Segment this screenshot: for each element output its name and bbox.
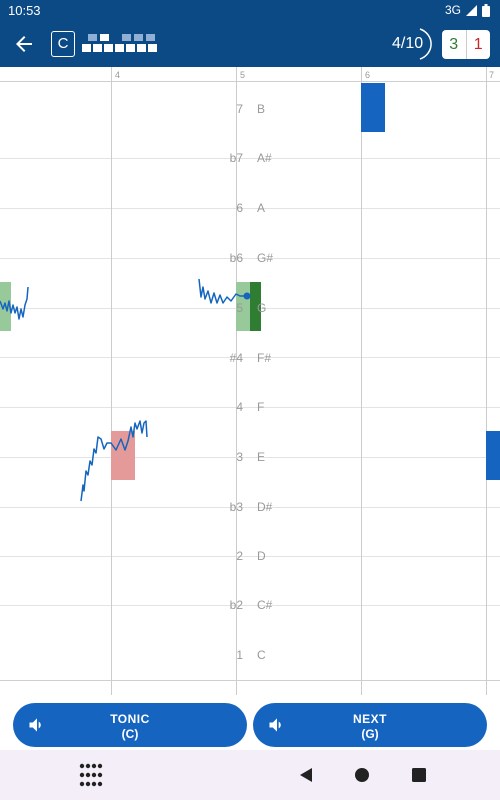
note-name: G — [257, 301, 266, 315]
status-bar: 10:53 3G — [0, 0, 500, 22]
signal-icon — [466, 4, 477, 16]
bar-number: 7 — [489, 70, 494, 80]
note-name: F — [257, 400, 264, 414]
nav-home-icon[interactable] — [354, 767, 370, 783]
next-note: (G) — [361, 727, 379, 741]
note-name: C — [257, 648, 266, 662]
note-name: E — [257, 450, 265, 464]
degree-number: 7 — [236, 102, 243, 116]
tonic-note: (C) — [121, 727, 139, 741]
target-note-block — [486, 431, 500, 480]
nav-recents-icon[interactable] — [412, 768, 426, 782]
degree-number: b7 — [230, 151, 244, 165]
grid-lines — [0, 81, 500, 681]
battery-icon — [482, 3, 490, 17]
sung-note-wrong — [111, 431, 135, 480]
network-type: 3G — [444, 3, 461, 17]
note-name: B — [257, 102, 265, 116]
app-grid-icon[interactable] — [79, 763, 103, 787]
target-note-block — [361, 83, 385, 132]
app-bar: C 4/10 3 1 — [0, 22, 500, 67]
note-name: A — [257, 201, 265, 215]
next-label: NEXT — [352, 712, 387, 726]
back-arrow-icon[interactable] — [12, 32, 36, 56]
degree-number: b6 — [230, 251, 244, 265]
progress-text: 4/10 — [392, 35, 424, 52]
degree-number: 3 — [236, 450, 243, 464]
status-time: 10:53 — [8, 3, 41, 18]
system-nav-bar — [0, 750, 500, 800]
note-name: C# — [257, 598, 273, 612]
progress-indicator: 4/10 — [380, 27, 435, 61]
note-name: F# — [257, 351, 271, 365]
tonic-button[interactable]: TONIC (C) — [13, 703, 247, 747]
degree-number: 6 — [236, 201, 243, 215]
tonic-label: TONIC — [110, 712, 150, 726]
degree-number: 4 — [236, 400, 243, 414]
bar-lines — [111, 67, 487, 695]
note-name: D# — [257, 500, 273, 514]
note-name: D — [257, 549, 266, 563]
bar-number: 6 — [365, 70, 370, 80]
score-box: 3 1 — [442, 30, 490, 59]
bar-number: 5 — [240, 70, 245, 80]
bottom-controls: TONIC (C) NEXT (G) — [0, 696, 500, 750]
wrong-count: 1 — [473, 36, 483, 53]
scale-pattern-icon — [82, 34, 157, 52]
degree-number: 2 — [236, 549, 243, 563]
degree-number: b3 — [230, 500, 244, 514]
degree-number: #4 — [230, 351, 244, 365]
degree-number: b2 — [230, 598, 244, 612]
correct-count: 3 — [442, 30, 467, 59]
pitch-graph[interactable]: 4 5 6 7 7 B b7 A# 6 A b6 G# 5 G #4 F# 4 … — [0, 67, 500, 695]
note-name: G# — [257, 251, 273, 265]
degree-number: 1 — [236, 648, 243, 662]
nav-back-icon[interactable] — [298, 767, 314, 783]
next-button[interactable]: NEXT (G) — [253, 703, 487, 747]
pitch-cursor — [243, 292, 251, 300]
note-name: A# — [257, 151, 272, 165]
key-badge[interactable]: C — [51, 31, 75, 57]
status-icons: 3G — [445, 3, 490, 17]
degree-number: 5 — [236, 301, 243, 315]
bar-number: 4 — [115, 70, 120, 80]
